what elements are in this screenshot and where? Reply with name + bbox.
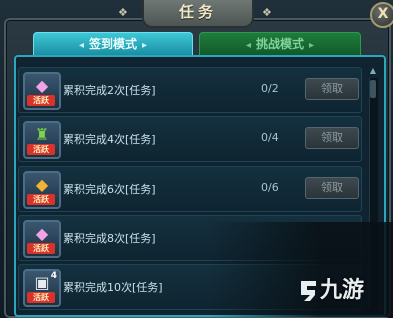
claim-button[interactable]: 领取 — [305, 127, 359, 149]
task-label: 累积完成8次[任务] — [63, 232, 156, 245]
white-chest-icon: ▣ — [34, 273, 50, 292]
item-count: 4 — [50, 271, 57, 281]
task-label: 累积完成4次[任务] — [63, 133, 156, 146]
watermark-text: 九游 — [320, 278, 365, 303]
scrollbar-thumb[interactable] — [370, 80, 376, 98]
task-row: ◆ 活跃 累积完成2次[任务] 0/2 领取 — [18, 67, 362, 113]
window-title: 任务 — [178, 3, 217, 21]
task-progress: 0/4 — [261, 131, 279, 144]
title-ornament-left-icon: ❖ — [118, 6, 128, 19]
active-badge: 活跃 — [27, 95, 55, 106]
tab-challenge-mode[interactable]: ◂ 挑战模式 ▸ — [199, 32, 361, 56]
task-reward-slot[interactable]: ◆ 活跃 — [23, 72, 61, 110]
task-reward-slot[interactable]: ♜ 活跃 — [23, 121, 61, 159]
claim-button[interactable]: 领取 — [305, 78, 359, 100]
task-row: ◆ 活跃 累积完成6次[任务] 0/6 领取 — [18, 166, 362, 212]
close-button[interactable]: X — [370, 2, 393, 28]
tab-arrow-left-icon: ◂ — [78, 40, 84, 51]
active-badge: 活跃 — [27, 292, 55, 303]
task-progress: 0/6 — [261, 181, 279, 194]
task-label: 累积完成6次[任务] — [63, 183, 156, 196]
tab-label: 签到模式 — [88, 37, 137, 51]
close-icon: X — [377, 6, 389, 22]
task-row: ♜ 活跃 累积完成4次[任务] 0/4 领取 — [18, 116, 362, 162]
tab-label: 挑战模式 — [255, 37, 304, 51]
tab-arrow-left-icon: ◂ — [245, 40, 251, 51]
tab-arrow-right-icon: ▸ — [309, 40, 315, 51]
claim-button[interactable]: 领取 — [305, 177, 359, 199]
active-badge: 活跃 — [27, 243, 55, 254]
task-reward-slot[interactable]: ◆ 活跃 — [23, 220, 61, 258]
task-label: 累积完成10次[任务] — [63, 281, 163, 294]
scroll-up-icon[interactable]: ▲ — [369, 66, 377, 76]
task-reward-slot[interactable]: ▣ 4 活跃 — [23, 269, 61, 307]
task-progress: 0/2 — [261, 82, 279, 95]
pink-gem-icon: ◆ — [35, 224, 49, 243]
watermark-logo-icon — [301, 281, 316, 301]
tab-sign-in-mode[interactable]: ◂ 签到模式 ▸ — [33, 32, 193, 56]
title-ornament-right-icon: ❖ — [262, 6, 272, 19]
green-potion-icon: ♜ — [34, 125, 50, 144]
watermark: 九游 — [298, 273, 393, 309]
task-reward-slot[interactable]: ◆ 活跃 — [23, 171, 61, 209]
task-label: 累积完成2次[任务] — [63, 84, 156, 97]
gold-gem-icon: ◆ — [35, 175, 49, 194]
pink-gem-icon: ◆ — [35, 76, 49, 95]
window-title-plate: 任务 — [142, 0, 254, 28]
active-badge: 活跃 — [27, 144, 55, 155]
active-badge: 活跃 — [27, 194, 55, 205]
tab-arrow-right-icon: ▸ — [142, 40, 148, 51]
